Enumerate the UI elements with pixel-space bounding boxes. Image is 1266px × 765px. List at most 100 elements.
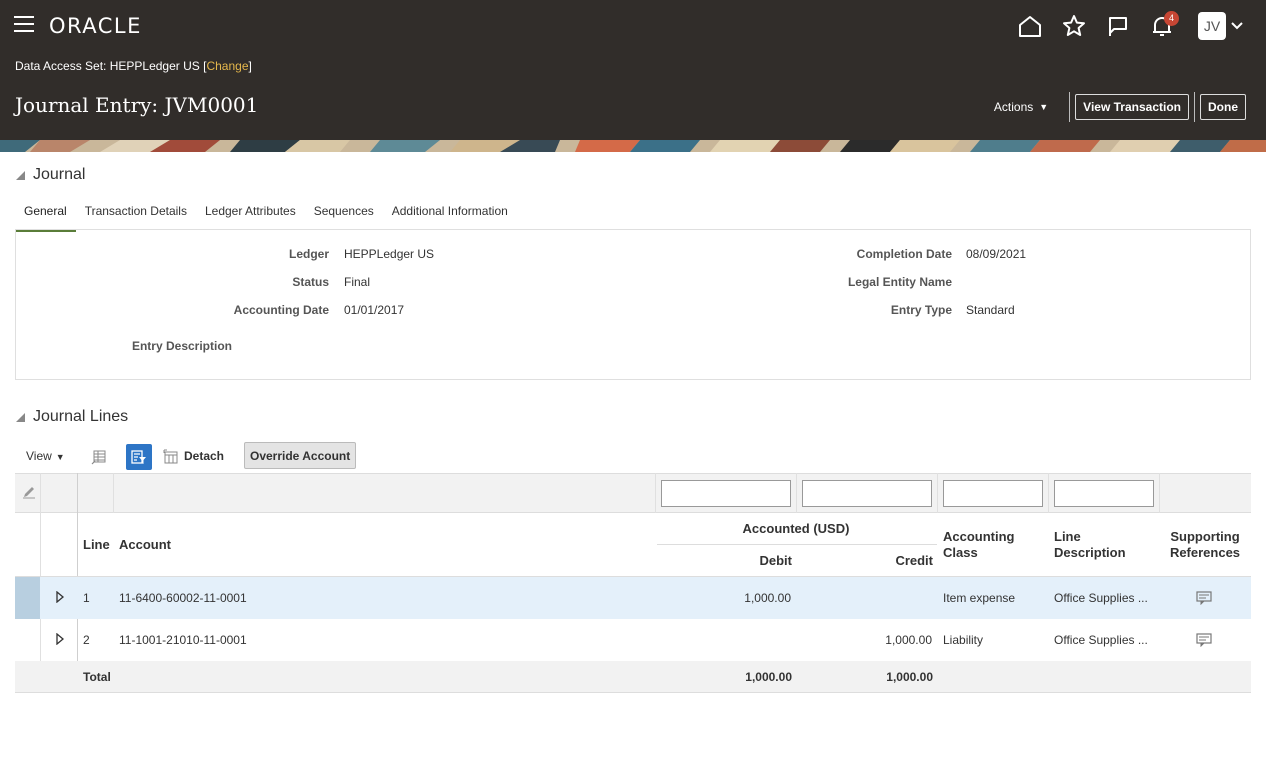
header-actions: Actions ▼ View Transaction Done	[994, 92, 1246, 122]
account-column-header[interactable]: Account	[119, 537, 171, 552]
chevron-down-icon[interactable]	[1226, 10, 1248, 42]
journal-lines-table: Line Account Accounted (USD) Debit Credi…	[15, 473, 1251, 693]
completion-date-label: Completion Date	[856, 247, 952, 261]
data-access-set: Data Access Set: HEPPLedger US [Change]	[15, 59, 252, 73]
star-icon[interactable]	[1052, 10, 1096, 42]
column-divider	[796, 473, 797, 513]
caret-down-icon: ▼	[55, 452, 65, 462]
oracle-logo[interactable]: ORACLE	[49, 14, 142, 38]
detach-button[interactable]: Detach	[184, 449, 224, 463]
debit-column-header[interactable]: Debit	[655, 553, 793, 568]
account-cell[interactable]: 11-6400-60002-11-0001	[119, 591, 247, 605]
collapse-icon[interactable]	[16, 170, 25, 180]
row-selector[interactable]	[15, 577, 40, 619]
line-cell: 1	[83, 591, 90, 605]
view-menu[interactable]: View ▼	[26, 449, 65, 463]
query-by-example-icon[interactable]	[126, 444, 152, 470]
accounting-class-filter-input[interactable]	[943, 480, 1043, 507]
global-icons: 4 JV	[1008, 10, 1248, 42]
line-cell: 2	[83, 633, 90, 647]
table-row[interactable]: 1 11-6400-60002-11-0001 1,000.00 Item ex…	[15, 577, 1251, 619]
expand-icon[interactable]	[55, 632, 65, 646]
column-divider	[937, 473, 938, 513]
line-description-header-line2[interactable]: Description	[1054, 545, 1126, 560]
edit-icon[interactable]	[22, 485, 36, 502]
page-title: Journal Entry: JVM0001	[15, 93, 259, 117]
freeze-icon[interactable]	[86, 444, 112, 470]
supporting-references-icon[interactable]	[1196, 633, 1212, 650]
tab-additional-information[interactable]: Additional Information	[383, 198, 517, 232]
data-access-value: HEPPLedger US	[109, 59, 200, 73]
filter-row	[15, 473, 1251, 513]
column-divider	[1159, 473, 1160, 513]
general-panel: Ledger HEPPLedger US Status Final Accoun…	[15, 229, 1251, 380]
bell-icon[interactable]: 4	[1140, 10, 1184, 42]
supporting-references-icon[interactable]	[1196, 591, 1212, 608]
global-header: ORACLE 4 JV Data Access Set: HEPPLedger …	[0, 0, 1266, 140]
column-divider	[655, 473, 656, 513]
divider	[1194, 92, 1195, 122]
line-column-header[interactable]: Line	[83, 537, 110, 552]
credit-cell: 1,000.00	[885, 633, 932, 647]
status-value: Final	[344, 275, 371, 289]
tab-general[interactable]: General	[15, 198, 76, 232]
entry-type-label: Entry Type	[890, 303, 952, 317]
tab-transaction-details[interactable]: Transaction Details	[76, 198, 196, 232]
data-access-label: Data Access Set:	[15, 59, 107, 73]
view-menu-label: View	[26, 449, 52, 463]
account-cell[interactable]: 11-1001-21010-11-0001	[119, 633, 247, 647]
journal-lines-section-header[interactable]: Journal Lines	[16, 408, 128, 426]
tab-sequences[interactable]: Sequences	[305, 198, 383, 232]
accounting-class-cell: Liability	[943, 633, 984, 647]
column-divider	[1048, 473, 1049, 513]
accounting-class-cell: Item expense	[943, 591, 1016, 605]
collapse-icon[interactable]	[16, 412, 25, 422]
supporting-references-header-line2[interactable]: References	[1165, 545, 1245, 560]
divider	[1069, 92, 1071, 122]
actions-menu[interactable]: Actions ▼	[994, 100, 1064, 114]
accounting-class-header-line2[interactable]: Class	[943, 545, 978, 560]
debit-cell: 1,000.00	[744, 591, 791, 605]
credit-filter-input[interactable]	[802, 480, 932, 507]
home-icon[interactable]	[1008, 10, 1052, 42]
expand-icon[interactable]	[55, 590, 65, 604]
change-link[interactable]: Change	[206, 59, 248, 73]
entry-description-label: Entry Description	[131, 339, 232, 353]
actions-label: Actions	[993, 100, 1034, 114]
journal-lines-section-title: Journal Lines	[33, 408, 129, 425]
line-description-cell: Office Supplies ...	[1054, 591, 1148, 605]
hamburger-icon[interactable]	[14, 16, 34, 34]
debit-filter-input[interactable]	[661, 480, 791, 507]
user-avatar[interactable]: JV	[1198, 12, 1226, 40]
credit-column-header[interactable]: Credit	[796, 553, 933, 568]
status-label: Status	[292, 275, 329, 289]
total-credit: 1,000.00	[886, 670, 933, 684]
entry-type-value: Standard	[966, 303, 1015, 317]
tab-ledger-attributes[interactable]: Ledger Attributes	[196, 198, 305, 232]
completion-date-value: 08/09/2021	[966, 247, 1027, 261]
view-transaction-button[interactable]: View Transaction	[1075, 94, 1189, 120]
bracket-close: ]	[248, 59, 252, 73]
journal-section-header[interactable]: Journal	[16, 166, 85, 184]
line-description-cell: Office Supplies ...	[1054, 633, 1148, 647]
ledger-label: Ledger	[288, 247, 329, 261]
journal-section-title: Journal	[33, 166, 86, 183]
line-description-filter-input[interactable]	[1054, 480, 1154, 507]
flag-icon[interactable]	[1096, 10, 1140, 42]
accounting-date-value: 01/01/2017	[344, 303, 405, 317]
accounted-column-header: Accounted (USD)	[742, 521, 850, 536]
decorative-banner	[0, 140, 1266, 152]
journal-lines-toolbar: View ▼ Detach Override Account	[15, 440, 615, 470]
supporting-references-header-line1[interactable]: Supporting	[1165, 529, 1245, 544]
caret-down-icon: ▼	[1039, 102, 1049, 112]
line-description-header-line1[interactable]: Line	[1054, 529, 1081, 544]
total-debit: 1,000.00	[745, 670, 792, 684]
accounting-class-header-line1[interactable]: Accounting	[943, 529, 1015, 544]
legal-entity-label: Legal Entity Name	[847, 275, 952, 289]
override-account-button[interactable]: Override Account	[244, 442, 357, 469]
done-button[interactable]: Done	[1200, 94, 1246, 120]
table-row[interactable]: 2 11-1001-21010-11-0001 1,000.00 Liabili…	[15, 619, 1251, 661]
detach-icon[interactable]	[158, 444, 184, 470]
column-divider	[113, 473, 114, 513]
column-divider	[40, 473, 41, 513]
